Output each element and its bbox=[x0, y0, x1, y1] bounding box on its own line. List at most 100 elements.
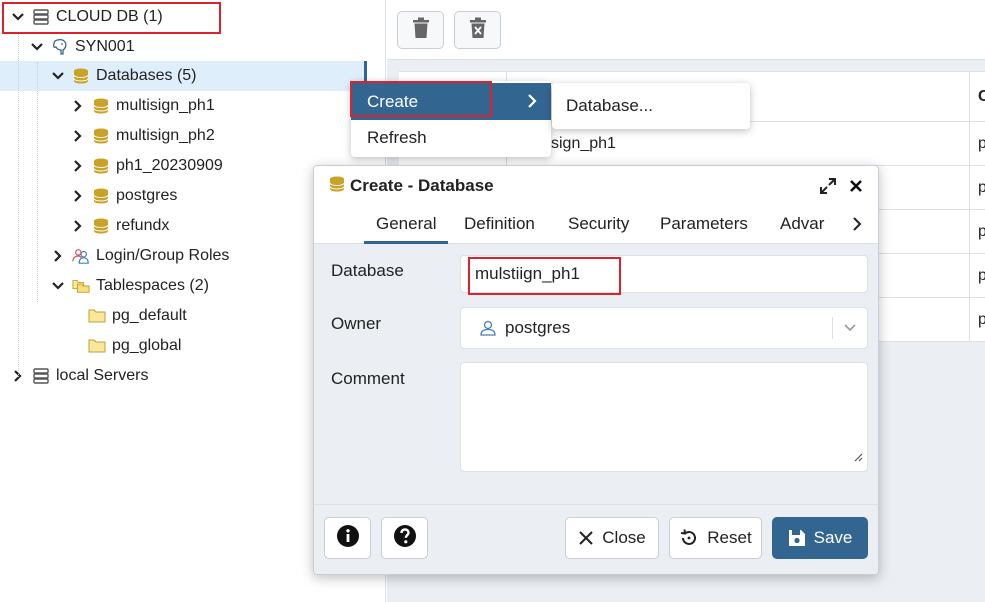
close-button-label: Close bbox=[602, 528, 646, 547]
info-button[interactable] bbox=[324, 517, 371, 559]
tree-item-database[interactable]: multisign_ph2 bbox=[70, 121, 215, 151]
info-icon bbox=[336, 524, 360, 553]
tree-item-label: pg_default bbox=[112, 307, 187, 324]
tree-item-database[interactable]: refundx bbox=[70, 211, 169, 241]
submenu-create: Database... bbox=[552, 83, 750, 129]
roles-icon bbox=[72, 247, 90, 265]
resize-grip-icon[interactable] bbox=[853, 449, 863, 467]
toolbar bbox=[387, 0, 985, 60]
chevron-right-icon[interactable] bbox=[70, 128, 86, 144]
tab-security[interactable]: Security bbox=[556, 206, 641, 244]
save-icon bbox=[788, 529, 806, 547]
server-group-icon bbox=[32, 367, 50, 385]
tree-item-tablespace[interactable]: pg_default bbox=[88, 301, 187, 331]
menu-item-refresh[interactable]: Refresh bbox=[351, 119, 551, 156]
close-button[interactable]: Close bbox=[565, 517, 659, 559]
tree-item-local-servers[interactable]: local Servers bbox=[10, 361, 148, 391]
tree-item-label: SYN001 bbox=[75, 38, 135, 55]
help-icon bbox=[393, 524, 417, 553]
tree-item-label: local Servers bbox=[56, 367, 149, 384]
maximize-icon[interactable] bbox=[818, 176, 838, 196]
chevron-right-icon[interactable] bbox=[70, 158, 86, 174]
owner-select[interactable]: postgres bbox=[460, 307, 868, 349]
save-button-label: Save bbox=[813, 528, 853, 547]
tree-item-label: multisign_ph1 bbox=[116, 97, 215, 114]
dialog-footer: Close Reset Save bbox=[314, 504, 878, 574]
tree-item-tablespace[interactable]: pg_global bbox=[88, 331, 181, 361]
tree-item-label: ph1_20230909 bbox=[116, 157, 223, 174]
tree-item-label: refundx bbox=[116, 217, 170, 234]
close-icon bbox=[578, 530, 594, 546]
context-menu: Create Refresh bbox=[351, 81, 551, 157]
database-name-input[interactable]: mulstiign_ph1 bbox=[460, 255, 868, 293]
postgres-elephant-icon bbox=[51, 38, 69, 56]
tree-item-label: Tablespaces (2) bbox=[96, 277, 209, 294]
database-icon bbox=[92, 187, 110, 205]
tree-item-label: pg_global bbox=[112, 337, 182, 354]
tab-general[interactable]: General bbox=[364, 206, 449, 244]
chevron-right-icon[interactable] bbox=[852, 216, 862, 237]
close-icon[interactable] bbox=[846, 176, 866, 196]
tab-parameters[interactable]: Parameters bbox=[648, 206, 760, 244]
chevron-right-icon[interactable] bbox=[50, 248, 66, 264]
database-icon bbox=[328, 175, 346, 198]
dialog-title: Create - Database bbox=[350, 176, 494, 195]
owner-value: postgres bbox=[505, 318, 571, 337]
trash-x-icon bbox=[469, 17, 487, 44]
reset-button-label: Reset bbox=[707, 528, 752, 547]
delete-button[interactable] bbox=[397, 11, 444, 49]
menu-item-database[interactable]: Database... bbox=[566, 96, 653, 116]
chevron-down-icon[interactable] bbox=[29, 39, 45, 55]
chevron-right-icon[interactable] bbox=[70, 188, 86, 204]
folder-icon bbox=[88, 307, 106, 325]
chevron-down-icon[interactable] bbox=[50, 278, 66, 294]
chevron-right-icon bbox=[527, 93, 537, 114]
tablespaces-icon bbox=[72, 277, 90, 295]
menu-item-create[interactable]: Create bbox=[351, 83, 551, 120]
save-button[interactable]: Save bbox=[772, 517, 868, 559]
database-icon bbox=[92, 127, 110, 145]
chevron-down-icon[interactable] bbox=[50, 68, 66, 84]
tab-advanced[interactable]: Advar bbox=[768, 206, 836, 244]
tree-item-databases[interactable]: Databases (5) bbox=[0, 61, 366, 91]
grid-cell: p bbox=[978, 179, 985, 196]
create-database-dialog: Create - Database General Definition Sec… bbox=[313, 165, 879, 575]
tree-item-label: postgres bbox=[116, 187, 178, 204]
menu-item-label: Refresh bbox=[367, 127, 427, 147]
database-name-value: mulstiign_ph1 bbox=[475, 264, 580, 283]
tree-item-database[interactable]: ph1_20230909 bbox=[70, 151, 223, 181]
grid-cell: p bbox=[978, 267, 985, 284]
tree-guide-line bbox=[37, 62, 38, 302]
chevron-right-icon[interactable] bbox=[70, 98, 86, 114]
grid-cell: p bbox=[978, 223, 985, 240]
help-button[interactable] bbox=[381, 517, 428, 559]
dialog-header[interactable]: Create - Database bbox=[314, 166, 878, 206]
user-icon bbox=[479, 320, 497, 341]
tree-item-database[interactable]: multisign_ph1 bbox=[70, 91, 215, 121]
comment-label: Comment bbox=[331, 369, 405, 388]
tab-definition[interactable]: Definition bbox=[452, 206, 547, 244]
grid-cell: C bbox=[978, 88, 985, 105]
tree-item-label: multisign_ph2 bbox=[116, 127, 215, 144]
chevron-down-icon[interactable] bbox=[843, 321, 857, 340]
chevron-down-icon[interactable] bbox=[10, 9, 26, 25]
reset-button[interactable]: Reset bbox=[669, 517, 762, 559]
owner-label: Owner bbox=[331, 314, 382, 333]
drop-cascade-button[interactable] bbox=[454, 11, 501, 49]
folder-icon bbox=[88, 337, 106, 355]
chevron-right-icon[interactable] bbox=[70, 218, 86, 234]
database-icon bbox=[92, 157, 110, 175]
tree-item-login-group-roles[interactable]: Login/Group Roles bbox=[50, 241, 229, 271]
tree-item-syn001[interactable]: SYN001 bbox=[29, 32, 135, 62]
tree-item-label: Databases (5) bbox=[96, 67, 197, 84]
database-icon bbox=[92, 217, 110, 235]
comment-textarea[interactable] bbox=[460, 362, 868, 472]
grid-cell: p bbox=[978, 311, 985, 328]
database-label: Database bbox=[331, 261, 404, 280]
tree-item-label: CLOUD DB (1) bbox=[56, 8, 163, 25]
tree-item-cloud-db[interactable]: CLOUD DB (1) bbox=[10, 2, 163, 32]
server-group-icon bbox=[32, 8, 50, 26]
tree-item-tablespaces[interactable]: Tablespaces (2) bbox=[50, 271, 209, 301]
tree-guide-line bbox=[18, 32, 19, 377]
tree-item-database[interactable]: postgres bbox=[70, 181, 177, 211]
